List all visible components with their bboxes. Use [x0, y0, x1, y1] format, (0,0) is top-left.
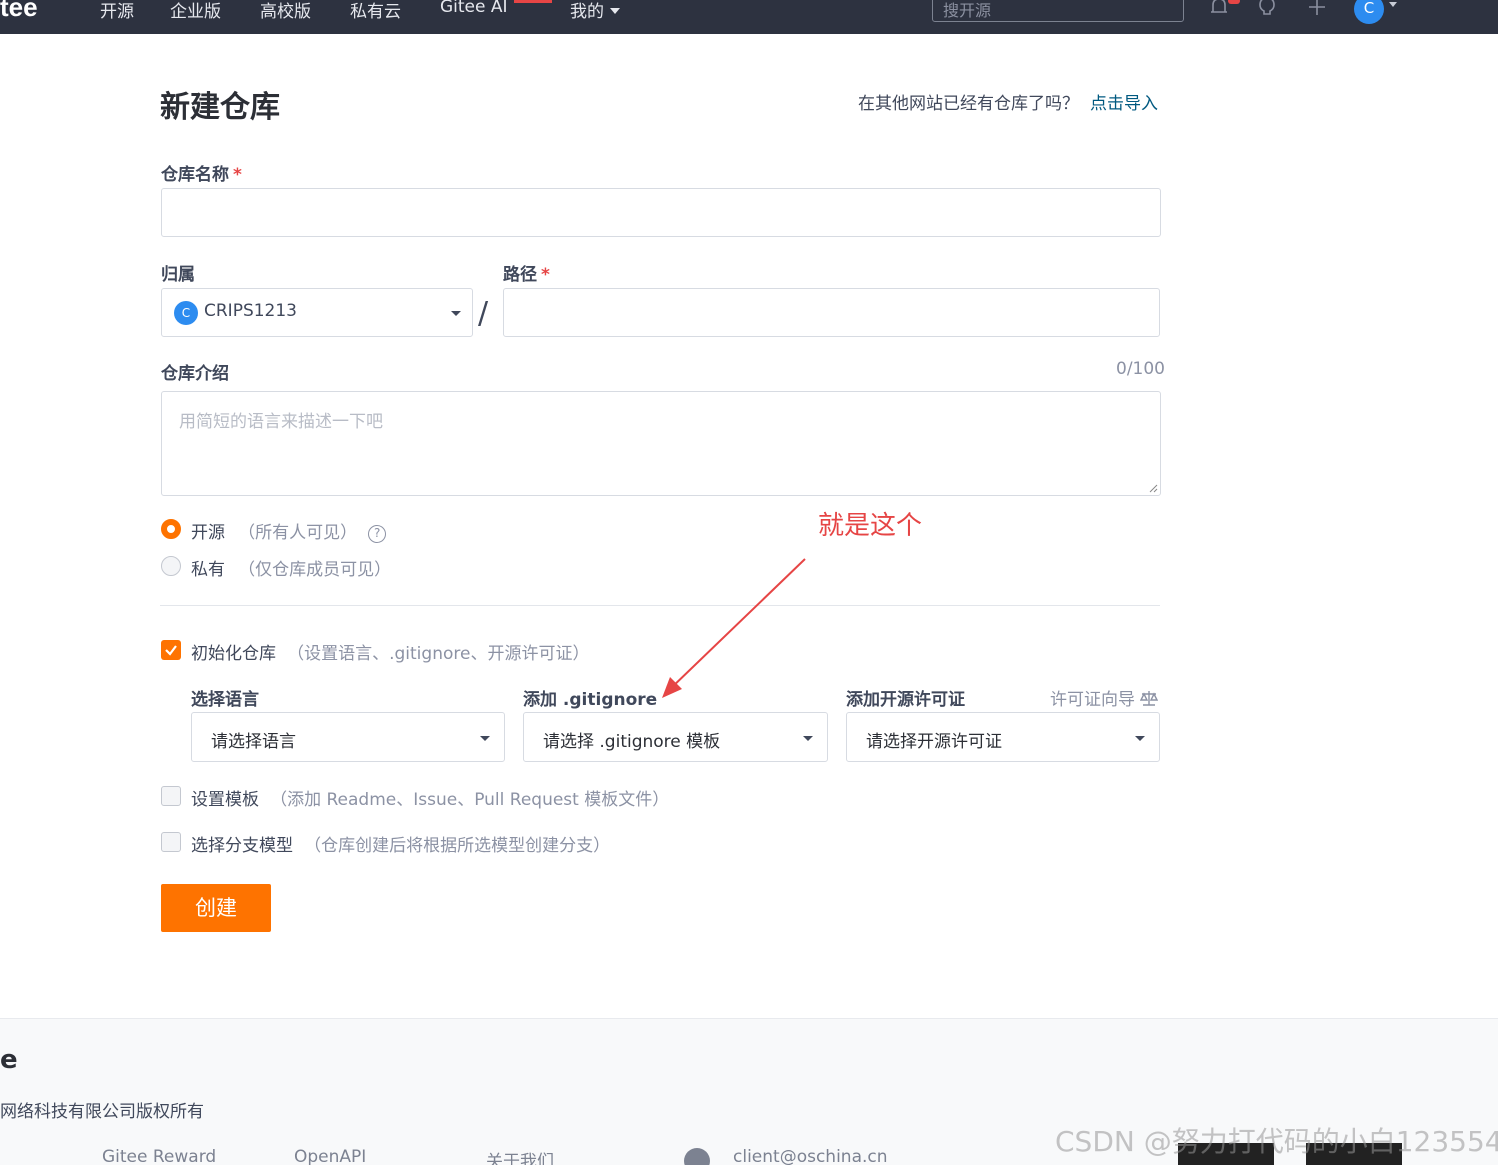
footer-link-openapi[interactable]: OpenAPI	[294, 1147, 366, 1165]
chevron-down-icon	[1135, 736, 1145, 741]
license-wizard-link[interactable]: 许可证向导	[1050, 685, 1159, 710]
license-label: 添加开源许可证	[846, 690, 965, 710]
path-label-text: 路径	[503, 265, 537, 285]
license-select-value: 请选择开源许可证	[866, 732, 1002, 752]
required-mark: *	[541, 265, 550, 285]
branch-model-hint: （仓库创建后将根据所选模型创建分支）	[304, 836, 611, 856]
owner-value: CRIPS1213	[204, 301, 298, 321]
nav-mine[interactable]: 我的	[570, 0, 620, 22]
gitignore-label: 添加 .gitignore	[523, 690, 658, 710]
nav-mine-label: 我的	[570, 2, 604, 22]
nav-private-cloud[interactable]: 私有云	[350, 0, 401, 22]
public-option[interactable]: 开源 （所有人可见） ?	[191, 518, 387, 543]
description-counter: 0/100	[1116, 359, 1165, 379]
init-repo-hint: （设置语言、.gitignore、开源许可证）	[287, 644, 590, 664]
chevron-down-icon	[451, 311, 461, 316]
footer-logo: e	[0, 1045, 18, 1075]
required-mark: *	[233, 165, 242, 185]
scale-icon	[1139, 691, 1159, 706]
template-label: 设置模板	[191, 790, 259, 810]
notification-dot	[1228, 0, 1240, 4]
annotation-arrow	[662, 558, 806, 698]
template-hint: （添加 Readme、Issue、Pull Request 模板文件）	[270, 790, 670, 810]
private-label: 私有	[191, 560, 225, 580]
footer-email[interactable]: client@oschina.cn	[733, 1147, 888, 1165]
private-hint: （仅仓库成员可见）	[238, 560, 392, 580]
template-option[interactable]: 设置模板 （添加 Readme、Issue、Pull Request 模板文件）	[191, 785, 669, 810]
path-separator: /	[478, 296, 489, 331]
new-badge	[514, 0, 552, 3]
mail-icon	[684, 1148, 710, 1165]
create-button[interactable]: 创建	[161, 884, 271, 932]
description-label: 仓库介绍	[161, 364, 229, 384]
init-repo-option[interactable]: 初始化仓库 （设置语言、.gitignore、开源许可证）	[191, 639, 589, 664]
path-input[interactable]	[503, 288, 1160, 337]
annotation-text: 就是这个	[818, 511, 923, 541]
import-question: 在其他网站已经有仓库了吗？	[858, 94, 1079, 114]
language-select[interactable]: 请选择语言	[191, 712, 505, 762]
chevron-down-icon	[610, 8, 620, 14]
language-label: 选择语言	[191, 690, 259, 710]
nav-open-source[interactable]: 开源	[100, 0, 134, 22]
check-icon	[165, 645, 177, 656]
chevron-down-icon	[803, 736, 813, 741]
chevron-down-icon[interactable]	[1389, 2, 1397, 7]
lightbulb-icon[interactable]	[1256, 0, 1278, 18]
branch-model-label: 选择分支模型	[191, 836, 293, 856]
language-select-value: 请选择语言	[211, 732, 296, 752]
user-avatar[interactable]: C	[1354, 0, 1384, 24]
owner-label: 归属	[161, 265, 195, 285]
import-link[interactable]: 点击导入	[1090, 89, 1158, 114]
footer-link-about[interactable]: 关于我们	[486, 1147, 554, 1165]
help-icon[interactable]: ?	[368, 525, 387, 543]
radio-private[interactable]	[161, 556, 181, 576]
public-label: 开源	[191, 523, 225, 543]
repo-name-label-text: 仓库名称	[161, 165, 229, 185]
repo-name-input[interactable]	[161, 188, 1161, 237]
path-label: 路径 *	[503, 260, 550, 285]
description-placeholder: 用简短的语言来描述一下吧	[179, 412, 383, 432]
license-select[interactable]: 请选择开源许可证	[846, 712, 1160, 762]
footer-copyright: 网络科技有限公司版权所有	[0, 1102, 204, 1122]
gitee-logo[interactable]: tee	[0, 0, 38, 23]
gitignore-select-value: 请选择 .gitignore 模板	[543, 732, 721, 752]
description-textarea[interactable]: 用简短的语言来描述一下吧	[161, 391, 1161, 496]
owner-avatar: C	[174, 301, 198, 325]
gitignore-select[interactable]: 请选择 .gitignore 模板	[523, 712, 828, 762]
nav-gitee-ai[interactable]: Gitee AI	[440, 0, 508, 17]
init-repo-checkbox[interactable]	[161, 640, 181, 660]
public-hint: （所有人可见）	[238, 523, 358, 543]
nav-education[interactable]: 高校版	[260, 0, 311, 22]
branch-model-option[interactable]: 选择分支模型 （仓库创建后将根据所选模型创建分支）	[191, 831, 610, 856]
repo-name-label: 仓库名称 *	[161, 160, 242, 185]
radio-public[interactable]	[161, 519, 181, 539]
chevron-down-icon	[480, 736, 490, 741]
template-checkbox[interactable]	[161, 786, 181, 806]
plus-icon[interactable]	[1306, 0, 1328, 18]
owner-select[interactable]: C CRIPS1213	[161, 288, 473, 337]
footer-link-reward[interactable]: Gitee Reward	[102, 1147, 216, 1165]
watermark: CSDN @努力打代码的小白123554	[1055, 1125, 1498, 1158]
bell-icon[interactable]	[1208, 0, 1230, 18]
nav-enterprise[interactable]: 企业版	[170, 0, 221, 22]
page-title: 新建仓库	[160, 90, 280, 125]
resize-handle-icon[interactable]	[1148, 483, 1158, 493]
init-repo-label: 初始化仓库	[191, 644, 276, 664]
license-wizard-text: 许可证向导	[1050, 690, 1135, 710]
search-input[interactable]: 搜开源	[932, 0, 1184, 22]
branch-model-checkbox[interactable]	[161, 832, 181, 852]
top-navbar: tee 开源 企业版 高校版 私有云 Gitee AI 我的 搜开源 C	[0, 0, 1498, 34]
private-option[interactable]: 私有 （仅仓库成员可见）	[191, 555, 391, 580]
